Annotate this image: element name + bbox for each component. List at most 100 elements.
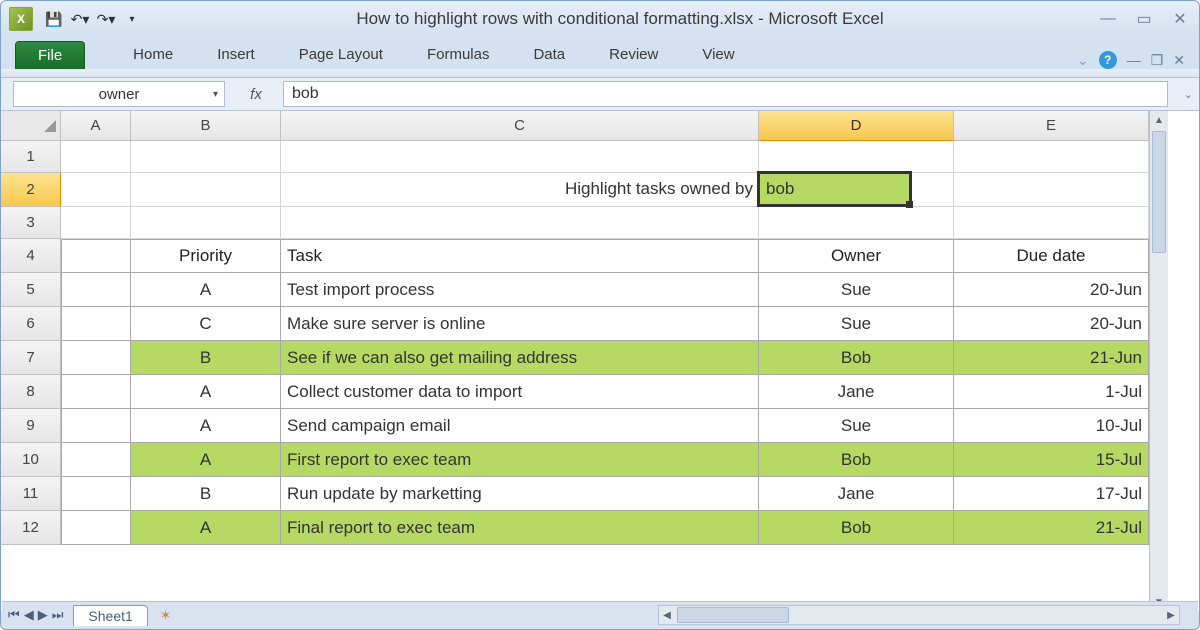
- fx-icon[interactable]: fx: [229, 86, 283, 103]
- redo-icon[interactable]: ↷▾: [95, 8, 117, 30]
- cell-blank[interactable]: [61, 307, 131, 341]
- name-box[interactable]: owner: [13, 81, 225, 107]
- formula-expand-icon[interactable]: ⌄: [1184, 88, 1193, 101]
- select-all-corner[interactable]: [1, 111, 61, 141]
- cell-blank[interactable]: [281, 207, 759, 239]
- sheet-tab-sheet1[interactable]: Sheet1: [73, 605, 147, 626]
- cell-priority[interactable]: B: [131, 341, 281, 375]
- cell-task[interactable]: Send campaign email: [281, 409, 759, 443]
- new-sheet-icon[interactable]: ✶: [160, 607, 172, 624]
- doc-close-icon[interactable]: ✕: [1173, 52, 1185, 69]
- row-header-10[interactable]: 10: [1, 443, 61, 477]
- cell-blank[interactable]: [61, 477, 131, 511]
- cell-blank[interactable]: [131, 141, 281, 173]
- row-header-4[interactable]: 4: [1, 239, 61, 273]
- cell-task[interactable]: Run update by marketting: [281, 477, 759, 511]
- cell-blank[interactable]: [954, 141, 1149, 173]
- col-header-c[interactable]: C: [281, 111, 759, 141]
- cell-due-date[interactable]: 20-Jun: [954, 273, 1149, 307]
- cell-due-date[interactable]: 21-Jul: [954, 511, 1149, 545]
- cell-blank[interactable]: [61, 443, 131, 477]
- cell-blank[interactable]: [759, 207, 954, 239]
- cell-due-date[interactable]: 17-Jul: [954, 477, 1149, 511]
- cell-blank[interactable]: [954, 173, 1149, 207]
- cell-task[interactable]: Collect customer data to import: [281, 375, 759, 409]
- cell-owner[interactable]: Sue: [759, 307, 954, 341]
- undo-icon[interactable]: ↶▾: [69, 8, 91, 30]
- row-header-11[interactable]: 11: [1, 477, 61, 511]
- maximize-icon[interactable]: ▭: [1133, 9, 1155, 29]
- cell-blank[interactable]: [954, 207, 1149, 239]
- sheet-nav-last-icon[interactable]: ⏭: [52, 607, 64, 623]
- cell-owner[interactable]: Jane: [759, 477, 954, 511]
- tab-data[interactable]: Data: [511, 40, 587, 69]
- sheet-nav-next-icon[interactable]: ▶: [38, 607, 48, 623]
- cell-blank[interactable]: [61, 173, 131, 207]
- cell-due-date[interactable]: 20-Jun: [954, 307, 1149, 341]
- cell-priority[interactable]: C: [131, 307, 281, 341]
- cell-blank[interactable]: [61, 341, 131, 375]
- header-priority[interactable]: Priority: [131, 239, 281, 273]
- cell-priority[interactable]: A: [131, 273, 281, 307]
- tab-insert[interactable]: Insert: [195, 40, 277, 69]
- sheet-nav-first-icon[interactable]: ⏮: [8, 607, 20, 623]
- tab-page-layout[interactable]: Page Layout: [277, 40, 405, 69]
- cell-owner[interactable]: Sue: [759, 409, 954, 443]
- row-header-7[interactable]: 7: [1, 341, 61, 375]
- row-header-9[interactable]: 9: [1, 409, 61, 443]
- cell-blank[interactable]: [61, 409, 131, 443]
- row-header-6[interactable]: 6: [1, 307, 61, 341]
- cell-grid[interactable]: Highlight tasks owned by bob PriorityTas…: [61, 141, 1149, 545]
- cell-due-date[interactable]: 10-Jul: [954, 409, 1149, 443]
- sheet-nav-prev-icon[interactable]: ◀: [24, 607, 34, 623]
- row-header-1[interactable]: 1: [1, 141, 61, 173]
- cell-task[interactable]: Test import process: [281, 273, 759, 307]
- header-due-date[interactable]: Due date: [954, 239, 1149, 273]
- cell-blank[interactable]: [759, 141, 954, 173]
- active-cell-d2[interactable]: bob: [757, 171, 912, 207]
- ribbon-minimize-icon[interactable]: ⌄: [1077, 52, 1089, 69]
- cell-task[interactable]: Make sure server is online: [281, 307, 759, 341]
- cell-priority[interactable]: A: [131, 511, 281, 545]
- cell-priority[interactable]: A: [131, 375, 281, 409]
- cell-blank[interactable]: [61, 239, 131, 273]
- fill-handle[interactable]: [906, 201, 913, 208]
- scroll-up-icon[interactable]: ▲: [1150, 111, 1168, 129]
- cell-task[interactable]: See if we can also get mailing address: [281, 341, 759, 375]
- scroll-left-icon[interactable]: ◀: [659, 610, 675, 621]
- cell-blank[interactable]: [281, 141, 759, 173]
- close-icon[interactable]: ✕: [1169, 9, 1191, 29]
- cell-owner[interactable]: Bob: [759, 511, 954, 545]
- cell-blank[interactable]: [61, 375, 131, 409]
- cell-due-date[interactable]: 15-Jul: [954, 443, 1149, 477]
- row-header-5[interactable]: 5: [1, 273, 61, 307]
- file-tab[interactable]: File: [15, 41, 85, 69]
- cell-blank[interactable]: [61, 273, 131, 307]
- scroll-right-icon[interactable]: ▶: [1163, 610, 1179, 621]
- col-header-b[interactable]: B: [131, 111, 281, 141]
- tab-home[interactable]: Home: [111, 40, 195, 69]
- formula-input[interactable]: bob: [283, 81, 1168, 107]
- tab-review[interactable]: Review: [587, 40, 680, 69]
- save-icon[interactable]: 💾: [43, 8, 65, 30]
- cell-blank[interactable]: [61, 207, 131, 239]
- row-header-2[interactable]: 2: [1, 173, 61, 207]
- col-header-e[interactable]: E: [954, 111, 1149, 141]
- qat-dropdown-icon[interactable]: ▾: [121, 8, 143, 30]
- cell-due-date[interactable]: 21-Jun: [954, 341, 1149, 375]
- tab-formulas[interactable]: Formulas: [405, 40, 512, 69]
- cell-owner[interactable]: Bob: [759, 341, 954, 375]
- help-icon[interactable]: ?: [1099, 51, 1117, 69]
- vertical-scrollbar[interactable]: ▲ ▼: [1149, 111, 1168, 611]
- cell-task[interactable]: First report to exec team: [281, 443, 759, 477]
- row-header-12[interactable]: 12: [1, 511, 61, 545]
- cell-due-date[interactable]: 1-Jul: [954, 375, 1149, 409]
- header-owner[interactable]: Owner: [759, 239, 954, 273]
- cell-priority[interactable]: A: [131, 409, 281, 443]
- col-header-d[interactable]: D: [759, 111, 954, 141]
- col-header-a[interactable]: A: [61, 111, 131, 141]
- minimize-icon[interactable]: —: [1097, 9, 1119, 29]
- cell-owner[interactable]: Sue: [759, 273, 954, 307]
- cell-owner[interactable]: Jane: [759, 375, 954, 409]
- cell-blank[interactable]: [61, 511, 131, 545]
